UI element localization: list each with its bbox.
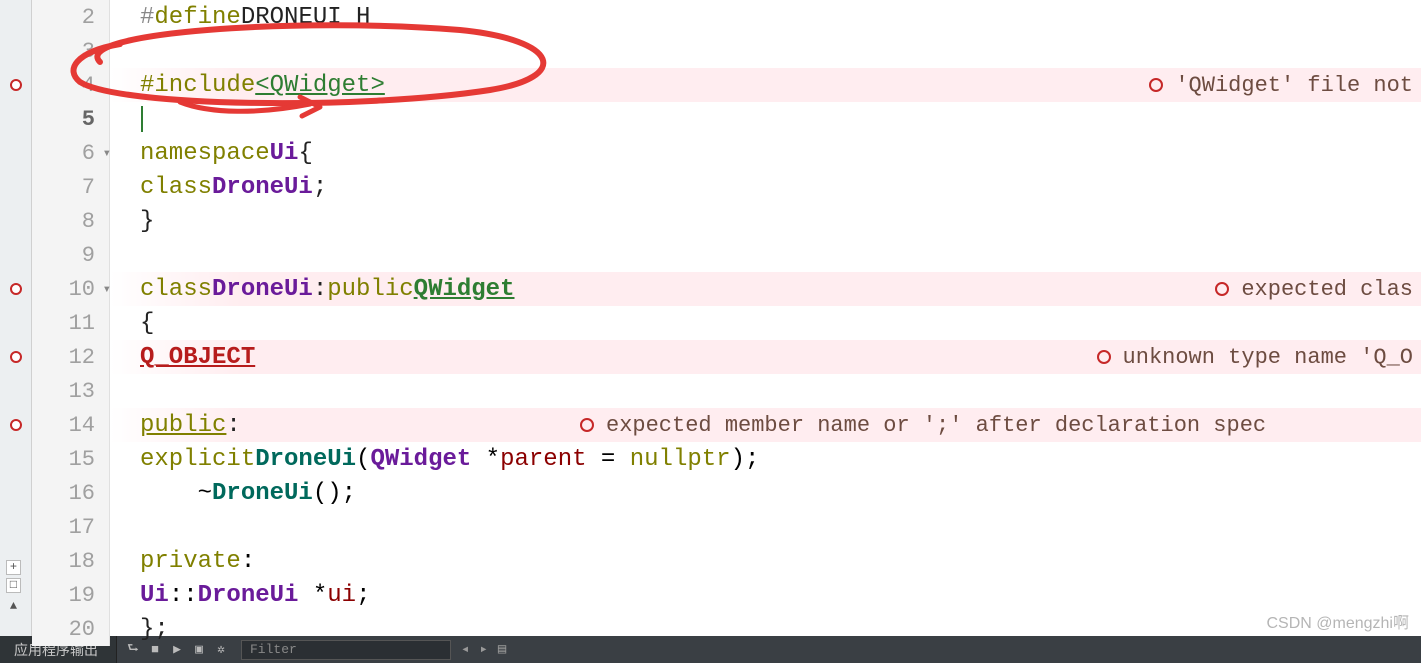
line-number[interactable]: 7 [32, 170, 110, 204]
code-content[interactable] [110, 102, 1421, 136]
code-editor[interactable]: + □ ▲ 2#define DRONEUI_H34#include <QWid… [0, 0, 1421, 636]
line-number[interactable]: 20 [32, 612, 110, 646]
code-line[interactable]: 13 [32, 374, 1421, 408]
code-content[interactable]: private: [110, 544, 1421, 578]
inline-error-message[interactable]: expected clas [1215, 272, 1421, 306]
rail-up-button[interactable]: ▲ [6, 600, 21, 615]
line-number[interactable]: 14 [32, 408, 110, 442]
line-number[interactable]: 8 [32, 204, 110, 238]
code-content[interactable]: Ui::DroneUi *ui; [110, 578, 1421, 612]
code-line[interactable]: 8} [32, 204, 1421, 238]
code-line[interactable]: 17 [32, 510, 1421, 544]
code-content[interactable]: { [110, 306, 1421, 340]
code-content[interactable]: Q_OBJECTunknown type name 'Q_O [110, 340, 1421, 374]
code-line[interactable]: 11{ [32, 306, 1421, 340]
code-line[interactable]: 20}; [32, 612, 1421, 646]
breakpoint-marker-icon[interactable] [10, 351, 22, 363]
code-content[interactable] [110, 34, 1421, 68]
code-line[interactable]: 3 [32, 34, 1421, 68]
code-content[interactable]: explicit DroneUi(QWidget *parent = nullp… [110, 442, 1421, 476]
line-number[interactable]: 4 [32, 68, 110, 102]
code-content[interactable]: class DroneUi; [110, 170, 1421, 204]
rail-add-button[interactable]: + [6, 560, 21, 575]
line-number[interactable]: 9 [32, 238, 110, 272]
code-content[interactable]: class DroneUi : public QWidgetexpected c… [110, 272, 1421, 306]
line-number[interactable]: 3 [32, 34, 110, 68]
code-content[interactable]: #include <QWidget>'QWidget' file not [110, 68, 1421, 102]
code-content[interactable]: #define DRONEUI_H [110, 0, 1421, 34]
line-number[interactable]: 17 [32, 510, 110, 544]
inline-error-message[interactable]: expected member name or ';' after declar… [580, 408, 1421, 442]
code-line[interactable]: 6▾namespace Ui { [32, 136, 1421, 170]
code-content[interactable] [110, 374, 1421, 408]
code-content[interactable] [110, 238, 1421, 272]
code-line[interactable]: 10▾class DroneUi : public QWidgetexpecte… [32, 272, 1421, 306]
inline-error-message[interactable]: unknown type name 'Q_O [1097, 340, 1421, 374]
breakpoint-marker-icon[interactable] [10, 419, 22, 431]
breakpoint-marker-icon[interactable] [10, 283, 22, 295]
code-line[interactable]: 2#define DRONEUI_H [32, 0, 1421, 34]
code-content[interactable]: } [110, 204, 1421, 238]
code-line[interactable]: 15 explicit DroneUi(QWidget *parent = nu… [32, 442, 1421, 476]
line-number[interactable]: 6▾ [32, 136, 110, 170]
left-rail: + □ ▲ [0, 0, 32, 636]
line-number[interactable]: 13 [32, 374, 110, 408]
watermark-text: CSDN @mengzhi啊 [1266, 609, 1409, 633]
breakpoint-marker-icon[interactable] [10, 79, 22, 91]
code-content[interactable]: }; [110, 612, 1421, 646]
line-number[interactable]: 15 [32, 442, 110, 476]
line-number[interactable]: 10▾ [32, 272, 110, 306]
rail-open-button[interactable]: □ [6, 578, 21, 593]
code-line[interactable]: 9 [32, 238, 1421, 272]
line-number[interactable]: 12 [32, 340, 110, 374]
code-line[interactable]: 7class DroneUi; [32, 170, 1421, 204]
code-content[interactable]: public:expected member name or ';' after… [110, 408, 1421, 442]
line-number[interactable]: 5 [32, 102, 110, 136]
code-line[interactable]: 18private: [32, 544, 1421, 578]
code-line[interactable]: 5 [32, 102, 1421, 136]
code-line[interactable]: 12 Q_OBJECTunknown type name 'Q_O [32, 340, 1421, 374]
code-line[interactable]: 14public:expected member name or ';' aft… [32, 408, 1421, 442]
line-number[interactable]: 11 [32, 306, 110, 340]
code-line[interactable]: 16 ~DroneUi(); [32, 476, 1421, 510]
line-number[interactable]: 2 [32, 0, 110, 34]
line-number[interactable]: 16 [32, 476, 110, 510]
code-content[interactable] [110, 510, 1421, 544]
code-content[interactable]: ~DroneUi(); [110, 476, 1421, 510]
code-line[interactable]: 4#include <QWidget>'QWidget' file not [32, 68, 1421, 102]
code-line[interactable]: 19 Ui::DroneUi *ui; [32, 578, 1421, 612]
code-content[interactable]: namespace Ui { [110, 136, 1421, 170]
inline-error-message[interactable]: 'QWidget' file not [1149, 68, 1421, 102]
line-number[interactable]: 19 [32, 578, 110, 612]
code-area[interactable]: 2#define DRONEUI_H34#include <QWidget>'Q… [32, 0, 1421, 636]
line-number[interactable]: 18 [32, 544, 110, 578]
